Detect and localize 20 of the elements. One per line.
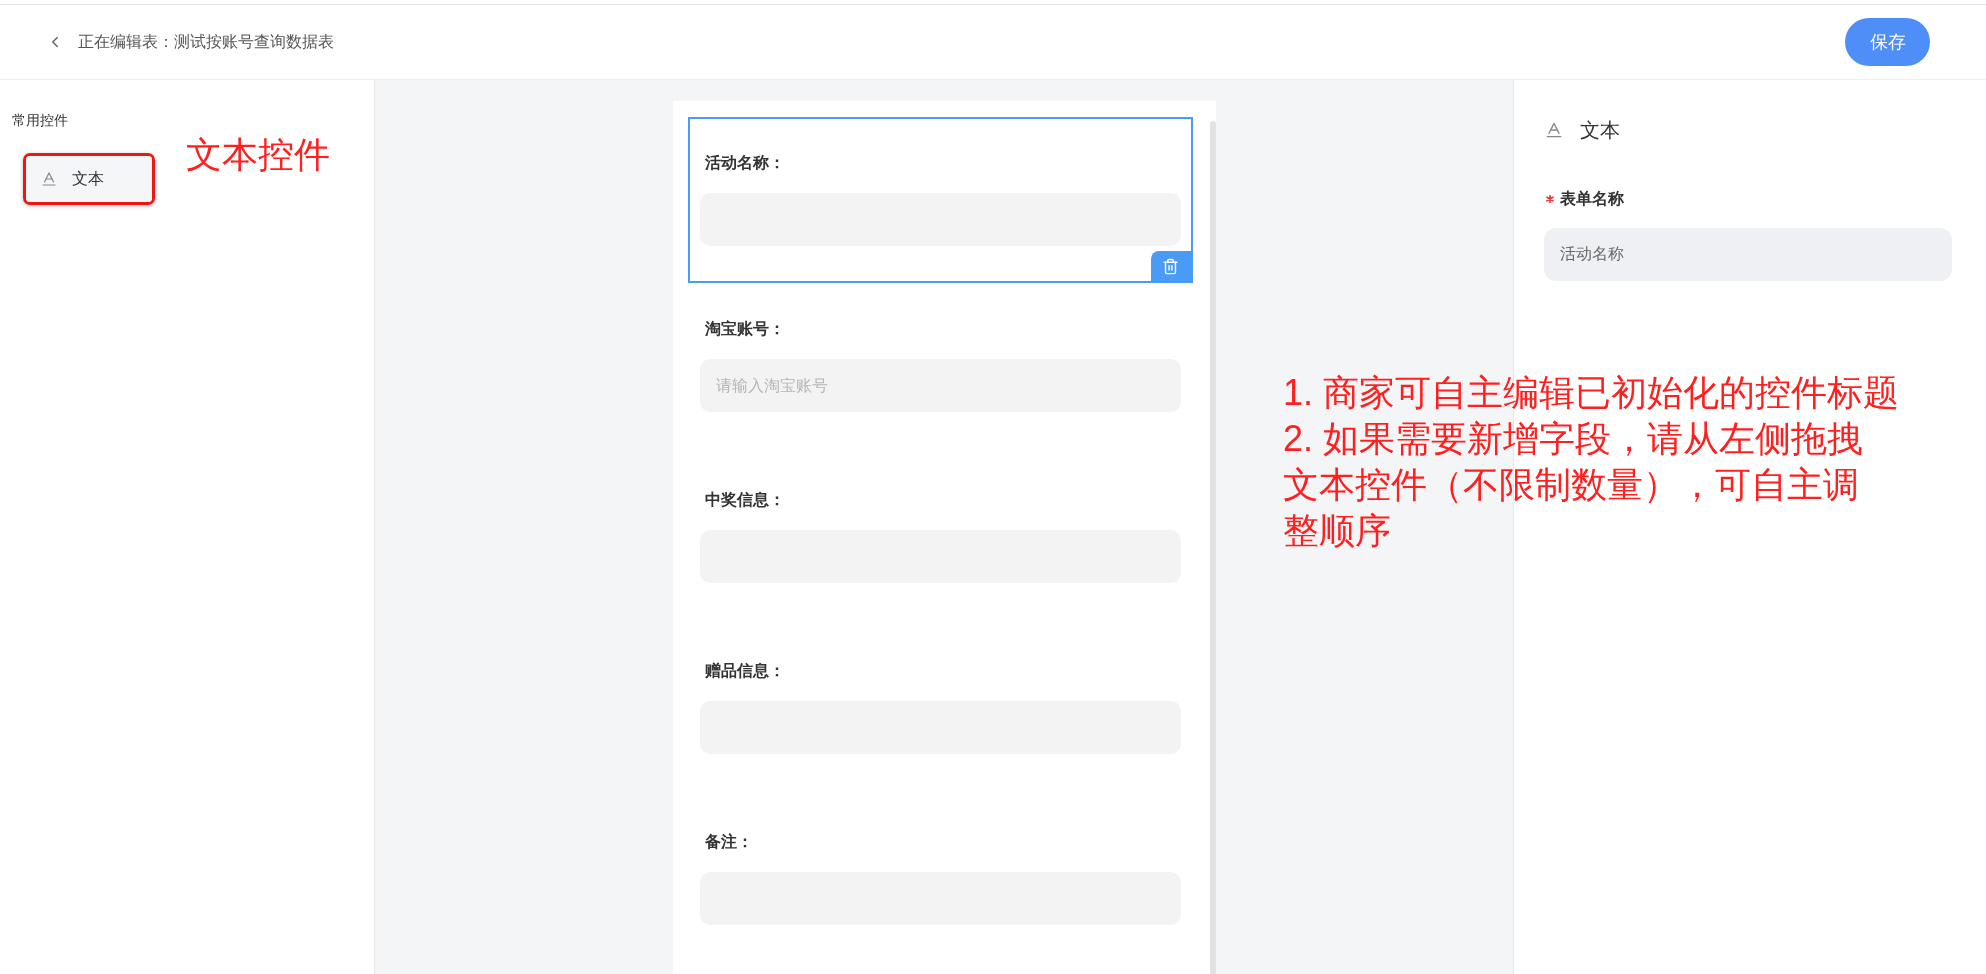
field-name-label: 表单名称 (1560, 189, 1624, 209)
field-label: 备注： (703, 832, 753, 852)
page-title: 正在编辑表：测试按账号查询数据表 (78, 32, 334, 52)
text-input-field[interactable]: 请输入淘宝账号 (699, 359, 1181, 412)
annotation-label: 文本控件 (186, 135, 330, 175)
delete-button[interactable] (1150, 251, 1191, 281)
underlined-letter-icon (1544, 120, 1564, 140)
annotation-note: 2. 如果需要新增字段，请从左侧拖拽 文本控件（不限制数量），可自主调 整顺序 (1283, 417, 1865, 553)
trash-icon (1162, 257, 1179, 275)
section-title: 常用控件 (12, 111, 68, 130)
field-label: 赠品信息： (703, 661, 785, 681)
underlined-letter-icon (40, 170, 58, 188)
field-label: 淘宝账号： (703, 319, 785, 339)
field-label: 活动名称： (703, 153, 785, 173)
field-label: 中奖信息： (703, 490, 785, 510)
selected-field-frame[interactable]: 活动名称： (687, 117, 1193, 283)
sidebar-item[interactable]: 文本 (26, 156, 152, 202)
control-type-title: 文本 (1580, 118, 1620, 143)
annotation-note: 1. 商家可自主编辑已初始化的控件标题 (1283, 371, 1900, 415)
field-name-input[interactable]: 活动名称 (1544, 228, 1952, 281)
